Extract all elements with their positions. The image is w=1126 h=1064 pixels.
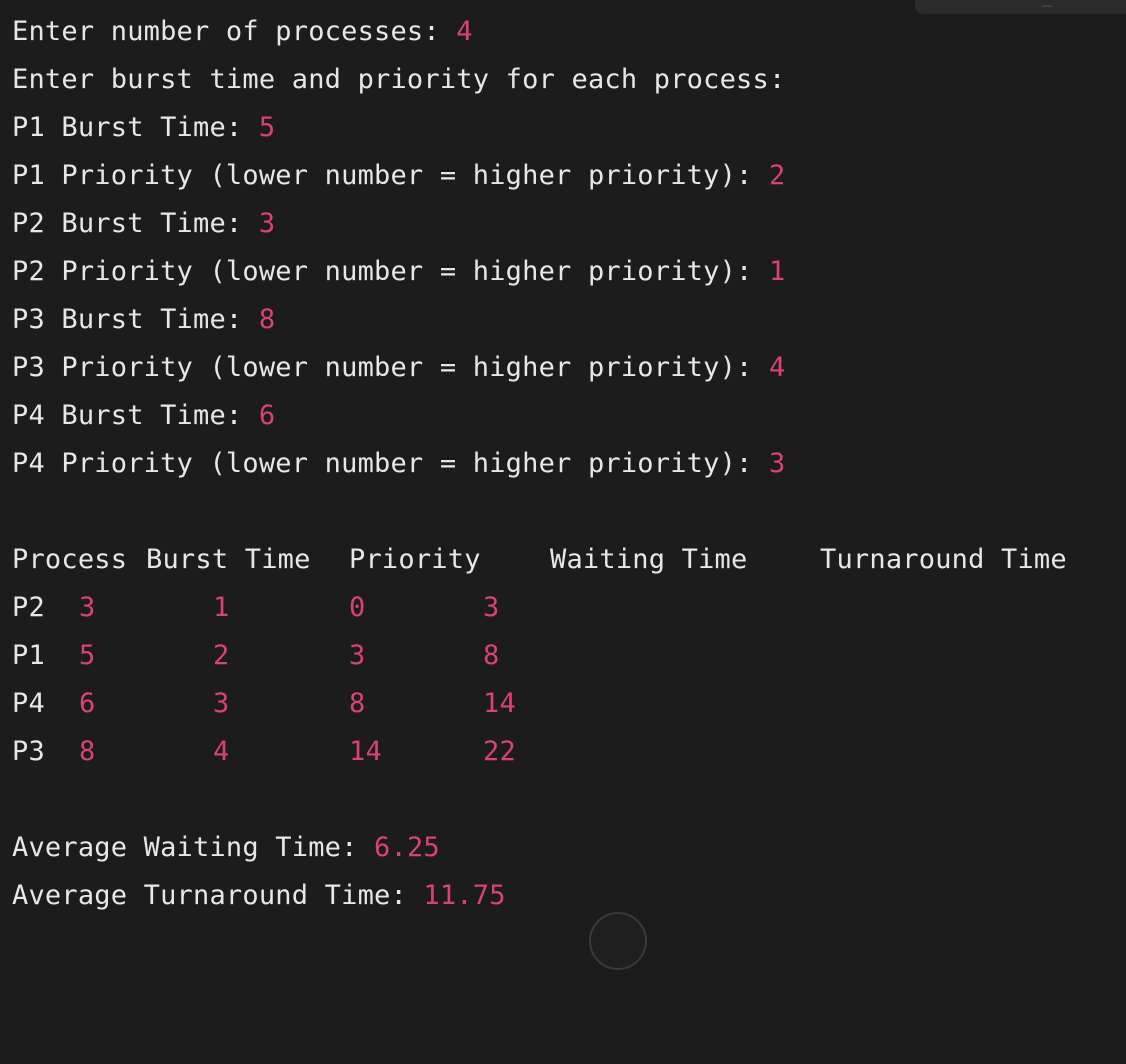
input-label: P2 Priority (lower number = higher prior…	[12, 256, 769, 287]
cell-priority: 1	[213, 592, 230, 623]
table-row: P3 8 4 14 22	[12, 728, 612, 776]
cell-process: P2	[12, 592, 45, 623]
input-value: 3	[768, 448, 786, 479]
cell-turnaround-time: 22	[483, 736, 516, 767]
cell-waiting-time: 3	[349, 640, 366, 671]
num-processes-line: Enter number of processes: 4	[12, 8, 473, 56]
cell-priority: 2	[213, 640, 230, 671]
num-processes-label: Enter number of processes:	[12, 16, 457, 47]
input-value: 4	[768, 352, 786, 383]
cell-burst-time: 8	[79, 736, 96, 767]
input-line: P2 Burst Time: 3	[12, 200, 275, 248]
average-waiting-line: Average Waiting Time: 6.25	[12, 824, 440, 872]
input-line: P3 Burst Time: 8	[12, 296, 275, 344]
cell-turnaround-time: 3	[483, 592, 500, 623]
cell-process: P1	[12, 640, 45, 671]
average-waiting-label: Average Waiting Time:	[12, 832, 375, 863]
average-turnaround-label: Average Turnaround Time:	[12, 880, 424, 911]
scroll-to-bottom-button[interactable]	[589, 912, 647, 970]
table-row: P4 6 3 8 14	[12, 680, 612, 728]
column-header-process: Process	[12, 544, 128, 575]
input-value: 3	[258, 208, 276, 239]
column-header-waiting-time: Waiting Time	[550, 544, 748, 575]
average-turnaround-line: Average Turnaround Time: 11.75	[12, 872, 506, 920]
input-line: P4 Priority (lower number = higher prior…	[12, 440, 785, 488]
cell-burst-time: 3	[79, 592, 96, 623]
table-header: Process Burst Time Priority Waiting Time…	[12, 536, 1112, 584]
num-processes-value: 4	[456, 16, 473, 47]
input-line: P1 Burst Time: 5	[12, 104, 275, 152]
input-label: P3 Priority (lower number = higher prior…	[12, 352, 769, 383]
terminal-output: Enter number of processes: 4 Enter burst…	[12, 0, 1126, 930]
cell-priority: 4	[213, 736, 230, 767]
cell-burst-time: 6	[79, 688, 96, 719]
input-label: P4 Priority (lower number = higher prior…	[12, 448, 769, 479]
input-label: P1 Burst Time:	[12, 112, 259, 143]
input-line: P4 Burst Time: 6	[12, 392, 275, 440]
cell-waiting-time: 8	[349, 688, 366, 719]
input-line: P1 Priority (lower number = higher prior…	[12, 152, 785, 200]
input-line: P3 Priority (lower number = higher prior…	[12, 344, 785, 392]
burst-priority-header: Enter burst time and priority for each p…	[12, 64, 786, 95]
column-header-burst-time: Burst Time	[146, 544, 311, 575]
input-label: P4 Burst Time:	[12, 400, 259, 431]
cell-burst-time: 5	[79, 640, 96, 671]
cell-waiting-time: 14	[349, 736, 382, 767]
column-header-priority: Priority	[349, 544, 481, 575]
cell-waiting-time: 0	[349, 592, 366, 623]
input-label: P2 Burst Time:	[12, 208, 259, 239]
input-label: P3 Burst Time:	[12, 304, 259, 335]
cell-process: P4	[12, 688, 45, 719]
cell-process: P3	[12, 736, 45, 767]
cell-turnaround-time: 14	[483, 688, 516, 719]
table-row: P1 5 2 3 8	[12, 632, 612, 680]
input-value: 5	[258, 112, 276, 143]
input-value: 1	[768, 256, 786, 287]
average-waiting-value: 6.25	[374, 832, 440, 863]
input-value: 8	[258, 304, 276, 335]
input-value: 2	[768, 160, 786, 191]
input-line: P2 Priority (lower number = higher prior…	[12, 248, 785, 296]
input-label: P1 Priority (lower number = higher prior…	[12, 160, 769, 191]
table-row: P2 3 1 0 3	[12, 584, 612, 632]
average-turnaround-value: 11.75	[423, 880, 506, 911]
cell-turnaround-time: 8	[483, 640, 500, 671]
input-value: 6	[258, 400, 276, 431]
cell-priority: 3	[213, 688, 230, 719]
column-header-turnaround-time: Turnaround Time	[820, 544, 1067, 575]
